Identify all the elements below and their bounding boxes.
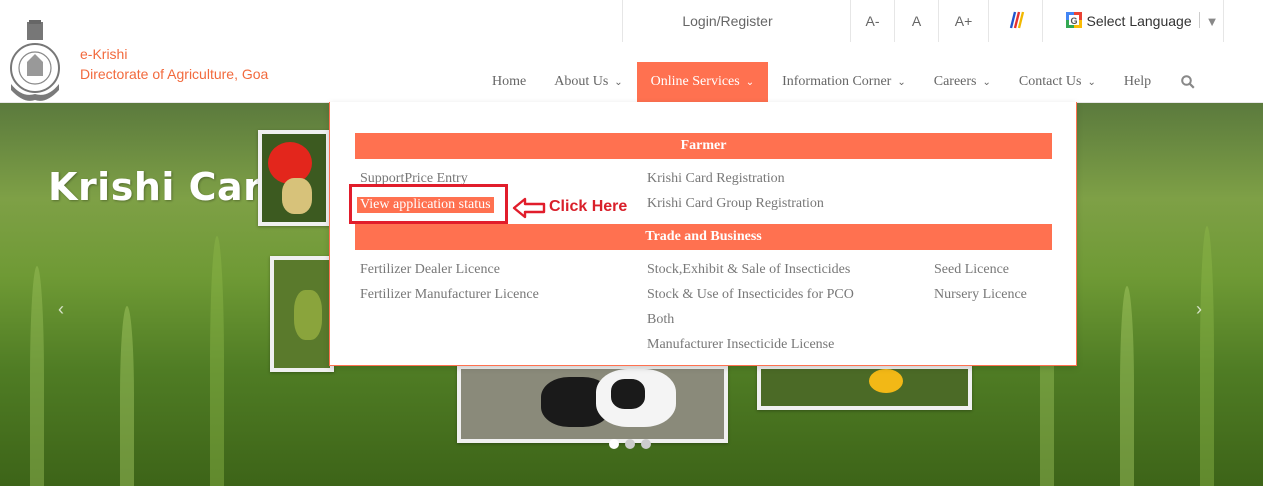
photo-cows [457, 365, 728, 443]
slider-dot[interactable] [609, 439, 619, 449]
main-navigation: Home About Us ⌄ Online Services ⌄ Informat… [478, 62, 1205, 102]
government-emblem-logo[interactable] [8, 18, 74, 104]
site-brand[interactable]: e-Krishi Directorate of Agriculture, Goa [80, 44, 268, 84]
nav-information-corner[interactable]: Information Corner ⌄ [768, 62, 920, 102]
accessibility-button[interactable] [988, 0, 1042, 42]
slider-dot[interactable] [641, 439, 651, 449]
menu-link-both[interactable]: Both [647, 312, 674, 328]
nav-label: Help [1123, 74, 1152, 89]
nav-help[interactable]: Help [1110, 62, 1165, 102]
brand-department: Directorate of Agriculture, Goa [80, 66, 269, 82]
language-label: Select Language [1086, 13, 1192, 29]
chevron-down-icon: ⌄ [982, 77, 991, 88]
section-heading-trade: Trade and Business [355, 224, 1052, 250]
svg-text:G: G [1070, 16, 1077, 26]
annotation-highlight-box [349, 184, 508, 224]
nav-careers[interactable]: Careers ⌄ [920, 62, 1005, 102]
menu-link-manufacturer-insecticide-license[interactable]: Manufacturer Insecticide License [647, 337, 834, 353]
photo-cashew [258, 130, 330, 226]
nav-contact-us[interactable]: Contact Us ⌄ [1005, 62, 1110, 102]
slider-prev-arrow-icon[interactable]: ‹ [58, 299, 64, 320]
menu-link-krishi-card-group-registration[interactable]: Krishi Card Group Registration [647, 196, 824, 212]
nav-home[interactable]: Home [478, 62, 540, 102]
chevron-down-icon: ⌄ [745, 77, 755, 88]
menu-link-krishi-card-registration[interactable]: Krishi Card Registration [647, 171, 785, 187]
nav-about-us[interactable]: About Us ⌄ [540, 62, 636, 102]
slider-dot[interactable] [625, 439, 635, 449]
search-button[interactable] [1165, 62, 1205, 102]
menu-link-seed-licence[interactable]: Seed Licence [934, 262, 1009, 278]
online-services-dropdown: Farmer SupportPrice Entry View applicati… [329, 102, 1077, 366]
hero-title: Krishi Card [48, 165, 291, 209]
nav-label: Contact Us [1018, 74, 1082, 89]
slider-pagination [609, 439, 657, 449]
font-decrease-button[interactable]: A- [850, 0, 894, 42]
language-selector[interactable]: G Select Language ▼ [1042, 0, 1224, 42]
chevron-down-icon: ⌄ [897, 77, 906, 88]
photo-flower [757, 365, 972, 410]
top-utility-bar: Login/Register A- A A+ G Select Language… [0, 0, 1263, 42]
nav-label: Home [492, 74, 527, 89]
nav-online-services[interactable]: Online Services ⌄ [636, 62, 769, 102]
accessibility-icon [1009, 12, 1024, 29]
menu-link-stock-exhibit-sale-insecticides[interactable]: Stock,Exhibit & Sale of Insecticides [647, 262, 850, 278]
menu-link-nursery-licence[interactable]: Nursery Licence [934, 287, 1027, 303]
chevron-down-icon: ⌄ [1087, 77, 1096, 88]
chevron-down-icon: ⌄ [614, 77, 623, 88]
language-caret-icon: ▼ [1205, 14, 1219, 29]
login-register-link[interactable]: Login/Register [622, 0, 850, 42]
menu-link-fertilizer-dealer-licence[interactable]: Fertilizer Dealer Licence [360, 262, 500, 278]
nav-label: Online Services [650, 74, 740, 89]
nav-label: Careers [933, 74, 977, 89]
menu-link-stock-use-insecticides-pco[interactable]: Stock & Use of Insecticides for PCO [647, 287, 854, 303]
brand-name: e-Krishi [80, 46, 128, 62]
search-icon [1181, 74, 1195, 89]
nav-label: About Us [554, 74, 609, 89]
font-increase-button[interactable]: A+ [938, 0, 988, 42]
annotation-click-here: Click Here [549, 198, 628, 215]
nav-label: Information Corner [782, 74, 892, 89]
slider-next-arrow-icon[interactable]: › [1196, 299, 1202, 320]
section-heading-farmer: Farmer [355, 133, 1052, 159]
font-normal-button[interactable]: A [894, 0, 938, 42]
menu-link-fertilizer-manufacturer-licence[interactable]: Fertilizer Manufacturer Licence [360, 287, 539, 303]
photo-palm [270, 256, 334, 372]
google-translate-icon: G [1065, 12, 1082, 29]
annotation-arrow-icon [512, 197, 546, 219]
